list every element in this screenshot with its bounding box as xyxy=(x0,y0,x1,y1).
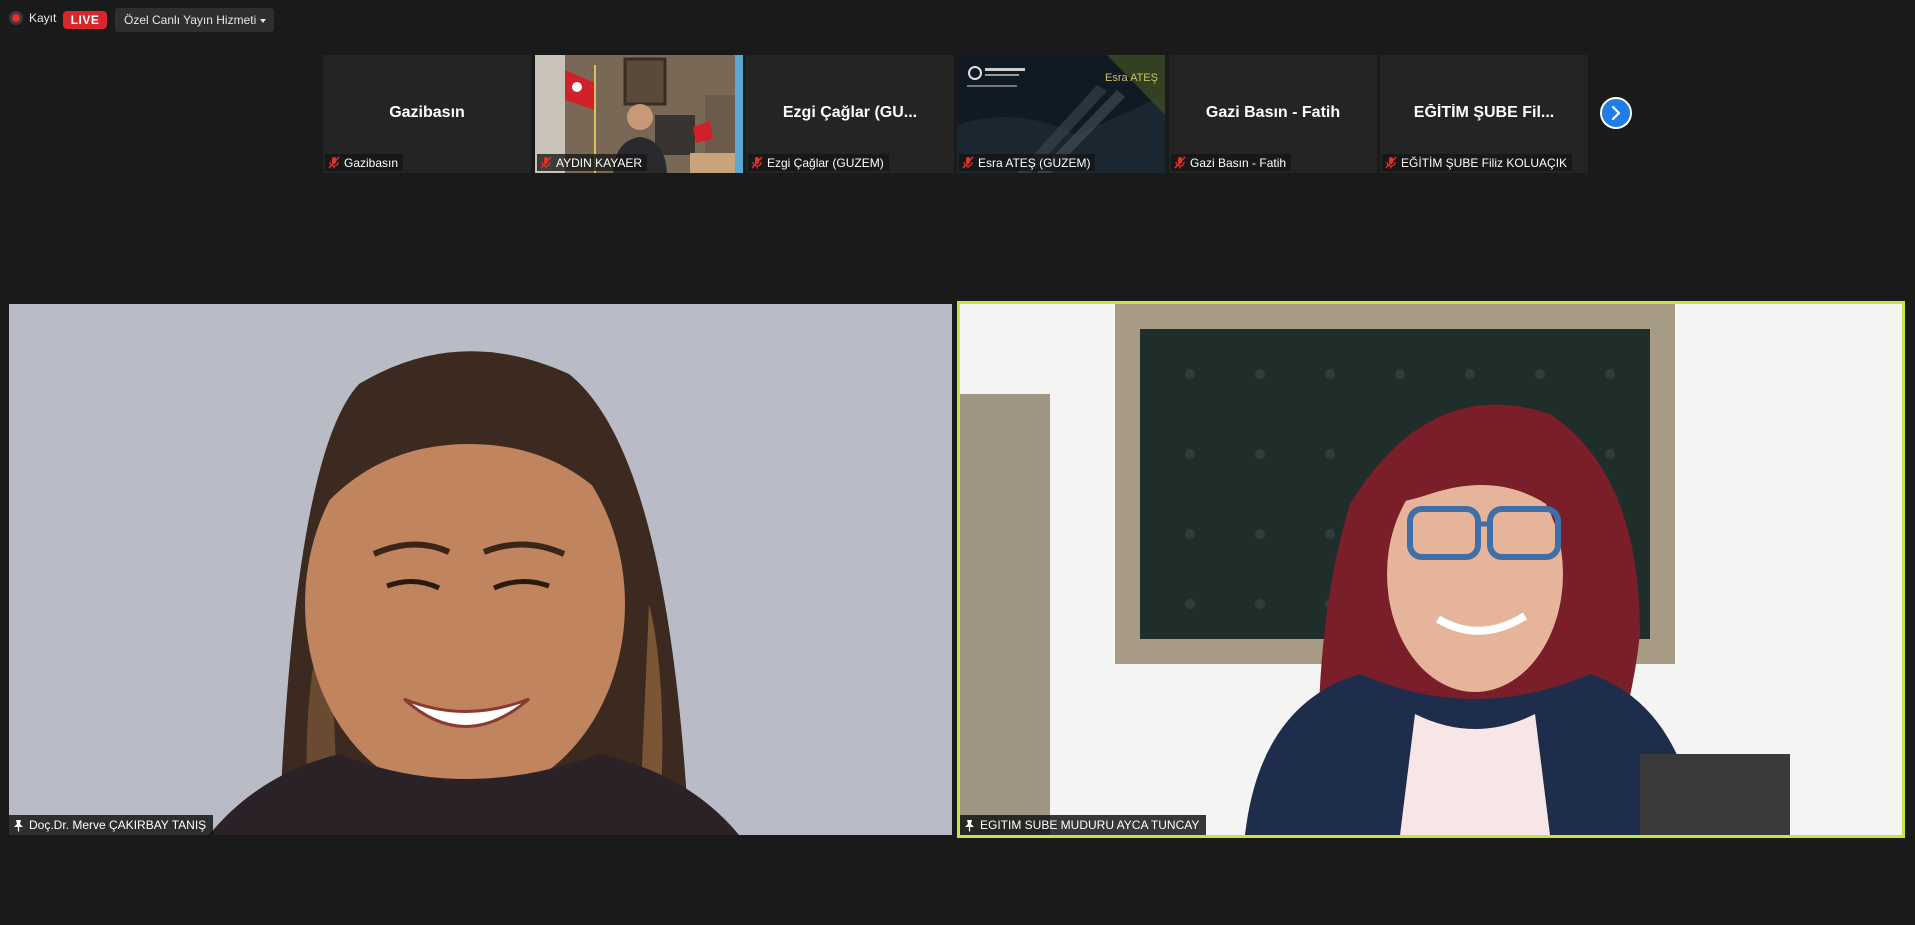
chevron-right-icon xyxy=(1611,106,1621,120)
mic-muted-icon xyxy=(751,156,763,169)
recording-label: Kayıt xyxy=(29,11,57,25)
participant-thumbnail-video[interactable]: Esra ATEŞ Esra ATEŞ (GUZEM) xyxy=(957,55,1165,173)
participant-display-name: EĞİTİM ŞUBE Fil... xyxy=(1413,104,1555,121)
participant-name-tag: Gazibasın xyxy=(325,154,404,171)
participant-thumbnail[interactable]: Gazi Basın - Fatih Gazi Basın - Fatih xyxy=(1169,55,1377,173)
participant-name-tag: Gazi Basın - Fatih xyxy=(1171,154,1292,171)
participant-name-tag: EĞİTİM ŞUBE Filiz KOLUAÇIK xyxy=(1382,154,1573,171)
stream-service-label: Özel Canlı Yayın Hizmeti xyxy=(124,13,257,27)
participant-thumbnail[interactable]: Ezgi Çağlar (GU... Ezgi Çağlar (GUZEM) xyxy=(746,55,954,173)
active-speaker-video-tile[interactable]: EGITIM SUBE MUDURU AYCA TUNCAY xyxy=(957,301,1905,838)
participant-tag-label: EĞİTİM ŞUBE Filiz KOLUAÇIK xyxy=(1401,155,1568,170)
participant-name-tag: AYDIN KAYAER xyxy=(537,154,648,171)
live-badge: LIVE xyxy=(63,11,107,29)
participant-thumbnail-video[interactable]: AYDIN KAYAER xyxy=(535,55,743,173)
participant-name-tag: Esra ATEŞ (GUZEM) xyxy=(959,154,1096,171)
speaker-name-tag: EGITIM SUBE MUDURU AYCA TUNCAY xyxy=(960,815,1207,835)
mic-muted-icon xyxy=(540,156,552,169)
participant-tag-label: Esra ATEŞ (GUZEM) xyxy=(978,155,1091,170)
next-page-button[interactable] xyxy=(1600,97,1632,129)
participant-tag-label: Gazi Basın - Fatih xyxy=(1190,155,1287,170)
mic-muted-icon xyxy=(1174,156,1186,169)
speaker-name: EGITIM SUBE MUDURU AYCA TUNCAY xyxy=(980,818,1200,832)
virtual-background-text: Esra ATEŞ xyxy=(1105,72,1158,84)
mic-muted-icon xyxy=(328,156,340,169)
participant-name-tag: Ezgi Çağlar (GUZEM) xyxy=(748,154,889,171)
participant-tag-label: AYDIN KAYAER xyxy=(556,155,643,170)
pin-icon xyxy=(965,819,974,831)
speaker-video-tile[interactable]: Doç.Dr. Merve ÇAKIRBAY TANIŞ xyxy=(9,304,952,835)
participant-tag-label: Gazibasın xyxy=(344,155,399,170)
participant-display-name: Gazi Basın - Fatih xyxy=(1205,104,1341,121)
recording-indicator[interactable]: Kayıt xyxy=(9,11,56,25)
mic-muted-icon xyxy=(1385,156,1397,169)
chevron-down-icon xyxy=(260,19,266,23)
participant-display-name: Ezgi Çağlar (GU... xyxy=(782,104,918,121)
mic-muted-icon xyxy=(962,156,974,169)
meeting-top-bar: Kayıt LIVE Özel Canlı Yayın Hizmeti xyxy=(0,0,1915,40)
participant-thumbnail[interactable]: EĞİTİM ŞUBE Fil... EĞİTİM ŞUBE Filiz KOL… xyxy=(1380,55,1588,173)
participant-display-name: Gazibasın xyxy=(389,104,465,121)
speaker-video-feed xyxy=(960,304,1902,835)
speaker-name: Doç.Dr. Merve ÇAKIRBAY TANIŞ xyxy=(29,818,207,832)
participant-tag-label: Ezgi Çağlar (GUZEM) xyxy=(767,155,884,170)
pin-icon xyxy=(14,819,23,831)
live-stream-service-dropdown[interactable]: Özel Canlı Yayın Hizmeti xyxy=(115,8,274,32)
speaker-name-tag: Doç.Dr. Merve ÇAKIRBAY TANIŞ xyxy=(9,815,214,835)
speaker-video-feed xyxy=(9,304,952,835)
record-icon xyxy=(9,11,23,25)
participant-thumbnail[interactable]: Gazibasın Gazibasın xyxy=(323,55,531,173)
